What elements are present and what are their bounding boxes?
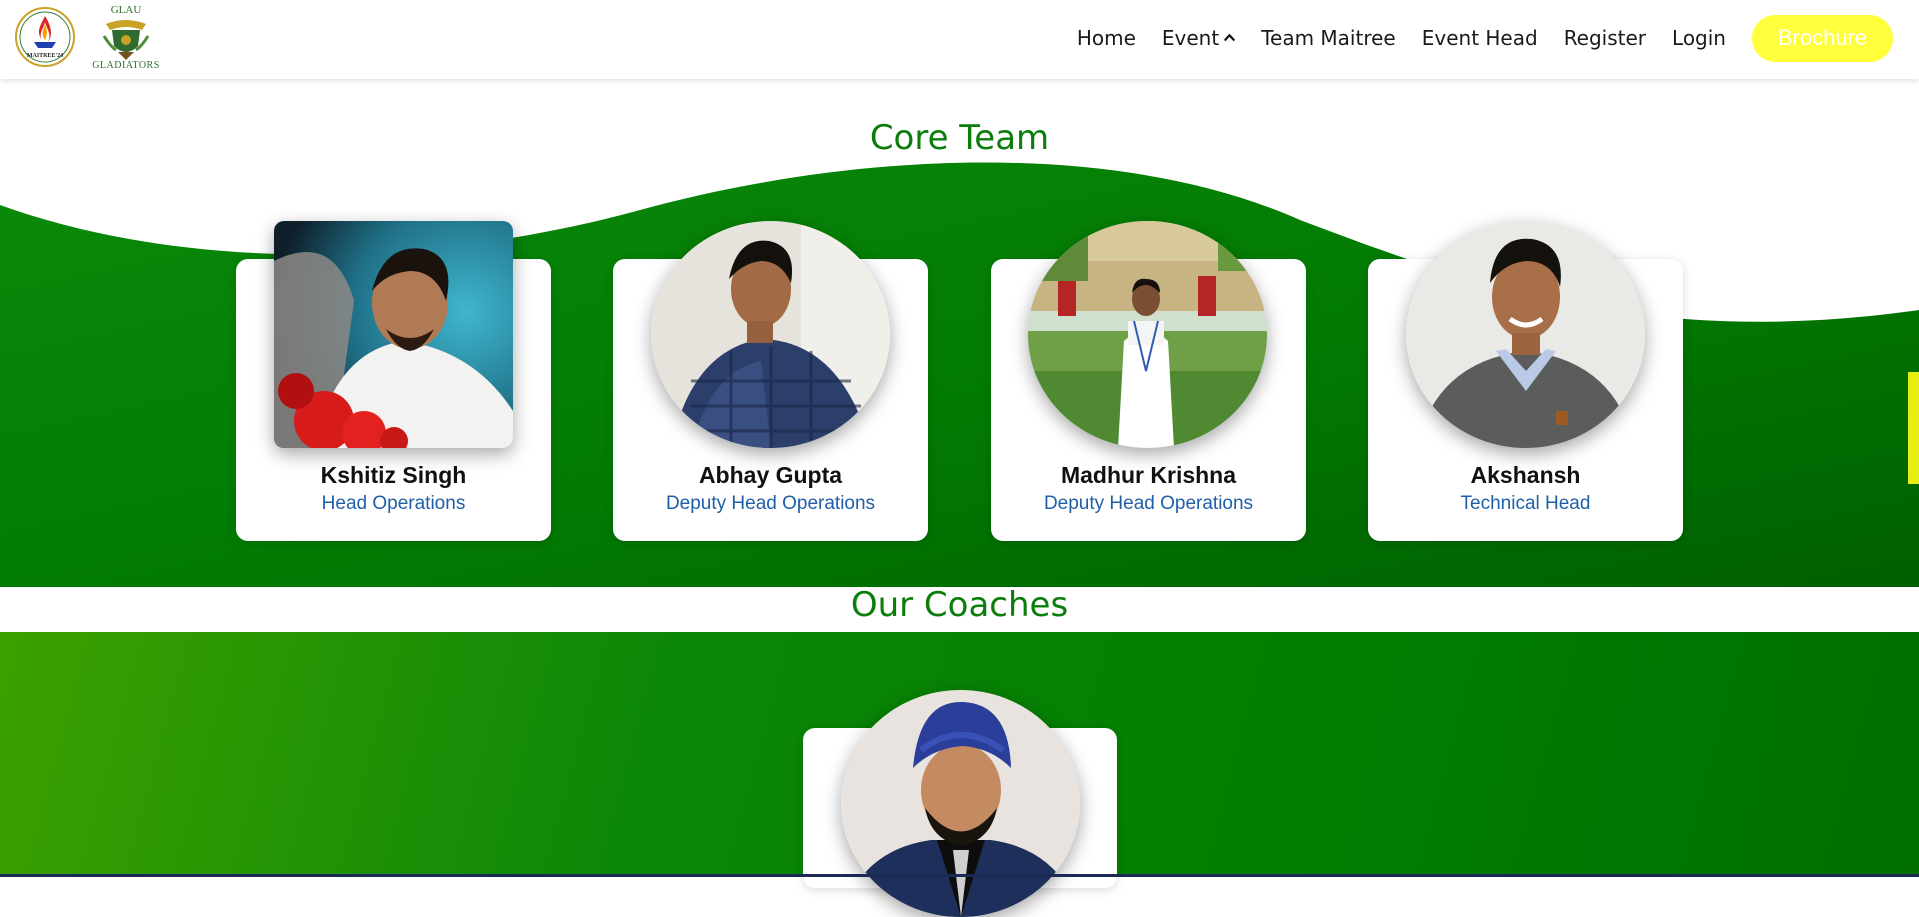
member-photo	[1028, 221, 1267, 448]
coaches-title: Our Coaches	[850, 585, 1069, 625]
nav-home-label: Home	[1076, 26, 1136, 50]
member-name: Kshitiz Singh	[320, 462, 467, 488]
coach-photo	[841, 690, 1080, 917]
nav-event-head[interactable]: Event Head	[1422, 26, 1538, 50]
member-name: Madhur Krishna	[1060, 462, 1237, 488]
nav-login-label: Login	[1672, 26, 1726, 50]
nav-register-label: Register	[1563, 26, 1647, 50]
member-photo	[1406, 221, 1645, 448]
core-team-title: Core Team	[869, 118, 1050, 158]
glau-logo-bottom-text: GLADIATORS	[92, 60, 160, 71]
svg-text:MAITREE'24: MAITREE'24	[27, 53, 63, 59]
member-role: Head Operations	[321, 493, 466, 514]
member-photo	[651, 221, 890, 448]
nav-event-label: Event	[1161, 26, 1220, 50]
site-header: MAITREE'24 GLAU GLADIATORS Home Event Te…	[0, 0, 1919, 79]
member-role: Technical Head	[1460, 493, 1591, 514]
side-feedback-tab[interactable]	[1908, 372, 1919, 484]
member-name: Akshansh	[1470, 462, 1581, 488]
glau-logo-top-text: GLAU	[110, 4, 142, 16]
maitree-logo[interactable]: MAITREE'24	[14, 6, 76, 68]
member-role: Deputy Head Operations	[1043, 493, 1254, 514]
member-photo	[274, 221, 513, 448]
brochure-button[interactable]: Brochure	[1752, 14, 1893, 62]
nav-event-dropdown[interactable]: Event	[1162, 26, 1235, 50]
member-name: Abhay Gupta	[698, 462, 843, 488]
member-role: Deputy Head Operations	[665, 493, 876, 514]
glau-gladiators-logo[interactable]: GLAU GLADIATORS	[90, 4, 162, 74]
nav-team-maitree[interactable]: Team Maitree	[1261, 26, 1396, 50]
nav-event-head-label: Event Head	[1421, 26, 1538, 50]
main-nav: Home Event Team Maitree Event Head Regis…	[1051, 14, 1893, 62]
nav-register[interactable]: Register	[1564, 26, 1646, 50]
nav-home[interactable]: Home	[1077, 26, 1136, 50]
nav-team-maitree-label: Team Maitree	[1261, 26, 1396, 50]
chevron-up-icon	[1224, 33, 1235, 41]
nav-login[interactable]: Login	[1672, 26, 1726, 50]
